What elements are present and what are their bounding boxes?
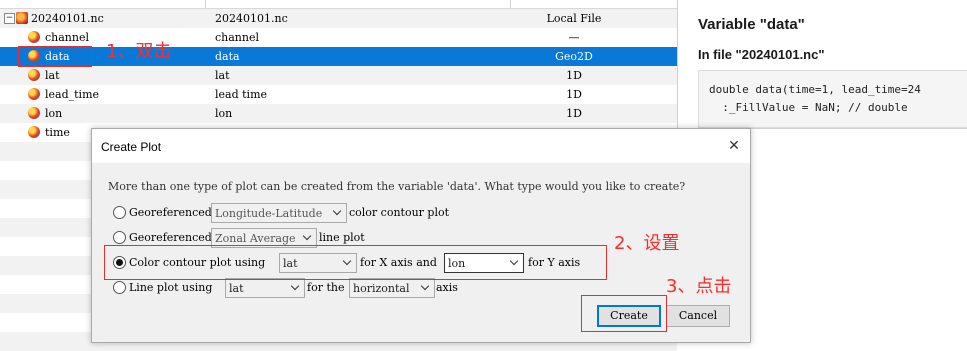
option-radio[interactable] <box>113 281 126 294</box>
select-value: Zonal Average <box>215 232 296 245</box>
column-divider <box>205 0 206 8</box>
tree-row-type: 1D <box>566 69 582 82</box>
tree-row-data[interactable]: data data Geo2D <box>0 47 677 66</box>
chevron-down-icon <box>291 282 301 292</box>
tree-row-long-name: lead time <box>215 88 268 101</box>
option-label: Georeferenced <box>129 206 212 219</box>
select-value: Longitude-Latitude <box>215 207 323 220</box>
annotation-box-data-row <box>18 46 92 67</box>
annotation-step2: 2、设置 <box>614 233 680 254</box>
tree-row-long-name: 20240101.nc <box>215 12 288 25</box>
option-label: Georeferenced <box>129 231 212 244</box>
tree-row-name: lat <box>45 69 60 82</box>
chevron-down-icon <box>421 282 431 292</box>
tree-row-type: 1D <box>566 107 582 120</box>
tree-row-type: — <box>568 31 580 44</box>
dialog-message: More than one type of plot can be create… <box>108 180 686 193</box>
tree-row-name: time <box>45 126 70 139</box>
variable-info-panel: Variable "data" In file "20240101.nc" do… <box>678 0 967 129</box>
select-value: horizontal <box>353 282 410 295</box>
cancel-button[interactable]: Cancel <box>666 305 730 327</box>
code-line: double data(time=1, lead_time=24 <box>709 83 921 96</box>
annotation-step1: 1、双击 <box>106 41 172 62</box>
code-line: :_FillValue = NaN; // double <box>709 101 908 114</box>
tree-row-name: 20240101.nc <box>31 12 104 25</box>
tree-row-long-name: lon <box>215 107 233 120</box>
option-label: Line plot using <box>129 281 213 294</box>
option-radio[interactable] <box>113 231 126 244</box>
variable-declaration: double data(time=1, lead_time=24 :_FillV… <box>698 70 967 128</box>
option-label: color contour plot <box>349 206 450 219</box>
dialog-titlebar[interactable]: Create Plot ✕ <box>92 129 750 163</box>
tree-row-long-name: data <box>215 50 240 63</box>
netcdf-file-icon <box>16 12 28 24</box>
tree-row-long-name: lat <box>215 69 230 82</box>
column-header-strip <box>0 0 677 9</box>
variable-icon <box>28 126 40 138</box>
tree-row-lat[interactable]: lat lat 1D <box>0 66 677 85</box>
variable-icon <box>28 107 40 119</box>
tree-row-type: Local File <box>546 12 602 25</box>
tree-row-type: Geo2D <box>555 50 593 63</box>
option-radio[interactable] <box>113 206 126 219</box>
tree-row-lon[interactable]: lon lon 1D <box>0 104 677 123</box>
option-label: axis <box>436 281 458 294</box>
variable-title: Variable "data" <box>698 16 805 33</box>
projection-select[interactable]: Longitude-Latitude <box>211 203 347 223</box>
file-title: In file "20240101.nc" <box>698 47 825 62</box>
annotation-step3: 3、点击 <box>666 276 732 297</box>
select-value: lat <box>229 282 244 295</box>
tree-row-long-name: channel <box>215 31 259 44</box>
tree-row-name: lead_time <box>45 88 100 101</box>
annotation-box-settings <box>104 245 607 280</box>
tree-row-file[interactable]: − 20240101.nc 20240101.nc Local File <box>0 9 677 28</box>
line-variable-select[interactable]: lat <box>225 278 305 298</box>
variable-icon <box>28 88 40 100</box>
chevron-down-icon <box>303 232 313 242</box>
variable-icon <box>28 31 40 43</box>
tree-row-name: channel <box>45 31 89 44</box>
annotation-box-create <box>581 295 667 332</box>
tree-row-name: lon <box>45 107 63 120</box>
dialog-title: Create Plot <box>101 140 162 154</box>
option-label: line plot <box>319 231 365 244</box>
option-label: for the <box>307 281 345 294</box>
tree-row-channel[interactable]: channel channel — <box>0 28 677 47</box>
column-divider <box>510 0 511 8</box>
tree-row-lead-time[interactable]: lead_time lead time 1D <box>0 85 677 104</box>
close-icon[interactable]: ✕ <box>724 136 744 156</box>
chevron-down-icon <box>333 207 343 217</box>
collapse-icon[interactable]: − <box>4 13 15 24</box>
axis-orientation-select[interactable]: horizontal <box>349 278 435 298</box>
variable-icon <box>28 69 40 81</box>
tree-row-type: 1D <box>566 88 582 101</box>
